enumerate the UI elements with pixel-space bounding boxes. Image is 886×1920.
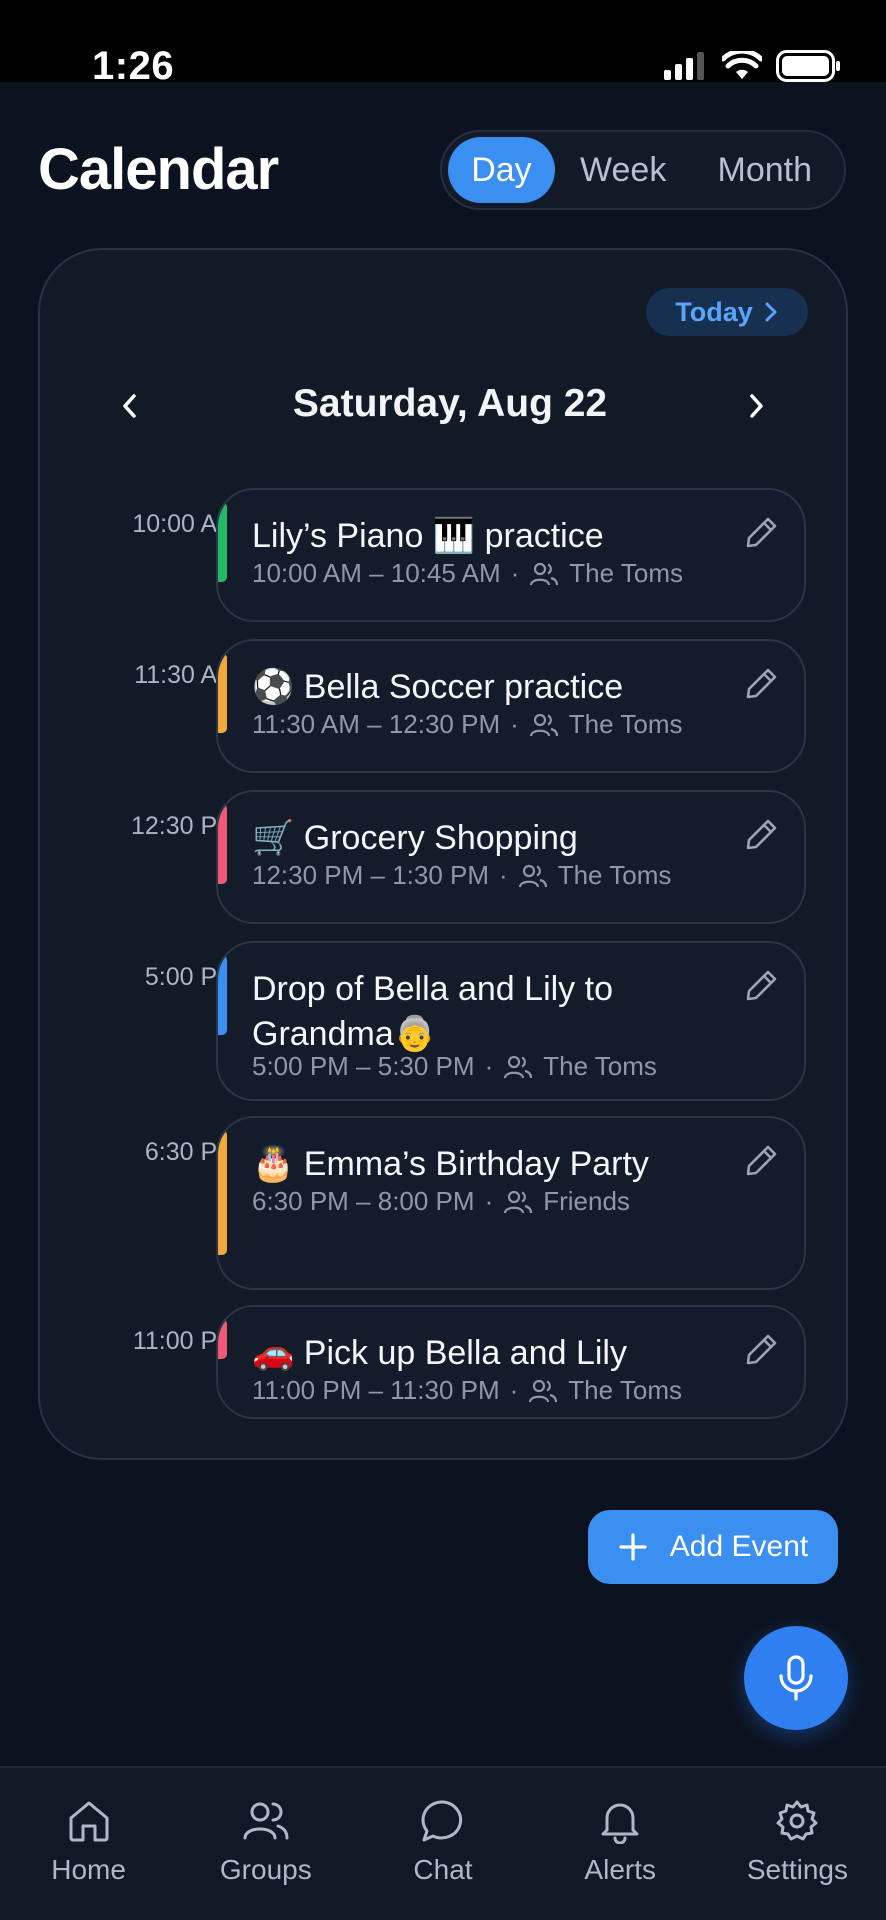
- event-time-range: 5:00 PM – 5:30 PM: [252, 1051, 475, 1081]
- event-group: The Toms: [568, 709, 683, 739]
- people-icon: [504, 1190, 533, 1213]
- separator-dot: ·: [499, 860, 508, 890]
- event-meta: 5:00 PM – 5:30 PM · The Toms: [252, 1051, 657, 1082]
- event-time-range: 10:00 AM – 10:45 AM: [252, 558, 501, 588]
- event-card[interactable]: 🚗 Pick up Bella and Lily 11:00 PM – 11:3…: [216, 1305, 806, 1419]
- event-meta: 11:00 PM – 11:30 PM · The Toms: [252, 1375, 682, 1406]
- battery-icon: [776, 50, 840, 82]
- event-accent: [218, 804, 227, 884]
- event-accent: [218, 1130, 227, 1255]
- separator-dot: ·: [484, 1186, 494, 1216]
- event-group: The Toms: [557, 860, 672, 890]
- event-title: 🎂 Emma’s Birthday Party: [252, 1145, 649, 1183]
- today-label: Today: [675, 296, 753, 327]
- bottom-tab-bar: Home Groups Chat Alerts Settings: [0, 1766, 886, 1920]
- status-bar: 1:26: [0, 0, 886, 88]
- status-time: 1:26: [92, 44, 175, 88]
- page-title: Calendar: [38, 137, 279, 202]
- tab-week[interactable]: Week: [555, 137, 692, 203]
- gear-icon: [776, 1800, 818, 1841]
- tab-chat[interactable]: Chat: [354, 1768, 531, 1920]
- tab-alerts[interactable]: Alerts: [532, 1768, 709, 1920]
- view-switch: Day Week Month: [440, 130, 846, 210]
- event-meta: 12:30 PM – 1:30 PM · The Toms: [252, 860, 671, 891]
- people-icon: [504, 1055, 533, 1078]
- event-accent: [218, 502, 227, 582]
- people-icon: [529, 1379, 558, 1402]
- event-group: The Toms: [569, 558, 683, 588]
- separator-dot: ·: [484, 1051, 494, 1081]
- add-event-label: Add Event: [669, 1530, 809, 1563]
- event-card[interactable]: 🎂 Emma’s Birthday Party 6:30 PM – 8:00 P…: [216, 1116, 806, 1290]
- tab-label: Alerts: [584, 1854, 656, 1885]
- edit-icon[interactable]: [744, 1142, 780, 1178]
- chat-icon: [421, 1800, 463, 1842]
- voice-input-button[interactable]: [744, 1626, 848, 1730]
- tab-groups[interactable]: Groups: [177, 1768, 354, 1920]
- tab-label: Groups: [219, 1854, 312, 1885]
- groups-icon: [243, 1802, 289, 1840]
- event-card[interactable]: Drop of Bella and Lily to Grandma👵 5:00 …: [216, 941, 806, 1101]
- tab-day[interactable]: Day: [448, 137, 555, 203]
- date-title: Saturday, Aug 22: [292, 382, 608, 425]
- wifi-icon: [722, 51, 762, 79]
- status-icons: [664, 50, 842, 82]
- chevron-right-icon: [765, 302, 777, 322]
- event-title: Lily’s Piano 🎹 practice: [252, 517, 604, 555]
- tab-label: Settings: [746, 1854, 848, 1885]
- tab-month[interactable]: Month: [692, 137, 839, 203]
- people-icon: [518, 864, 547, 887]
- today-button[interactable]: Today: [646, 288, 808, 336]
- event-time-range: 12:30 PM – 1:30 PM: [252, 860, 490, 890]
- event-title: 🚗 Pick up Bella and Lily: [252, 1334, 627, 1372]
- microphone-icon: [779, 1655, 813, 1701]
- add-event-button[interactable]: Add Event: [588, 1510, 838, 1584]
- event-meta: 11:30 AM – 12:30 PM · The Toms: [252, 709, 682, 740]
- event-title: ⚽ Bella Soccer practice: [252, 668, 624, 706]
- event-time-range: 11:30 AM – 12:30 PM: [252, 709, 501, 739]
- tab-home[interactable]: Home: [0, 1768, 177, 1920]
- home-icon: [69, 1801, 109, 1842]
- event-card[interactable]: 🛒 Grocery Shopping 12:30 PM – 1:30 PM · …: [216, 790, 806, 924]
- event-time-range: 11:00 PM – 11:30 PM: [252, 1375, 500, 1405]
- people-icon: [530, 562, 559, 585]
- date-navigation: Saturday, Aug 22: [100, 376, 800, 436]
- separator-dot: ·: [509, 1375, 519, 1405]
- tab-label: Home: [51, 1854, 126, 1885]
- plus-icon: [619, 1533, 647, 1561]
- edit-icon[interactable]: [744, 514, 780, 550]
- event-accent: [218, 653, 227, 733]
- edit-icon[interactable]: [744, 816, 780, 852]
- event-accent: [218, 1319, 227, 1359]
- event-group: The Toms: [543, 1051, 657, 1081]
- event-group: The Toms: [568, 1375, 682, 1405]
- next-day-button[interactable]: [736, 386, 776, 426]
- people-icon: [529, 713, 558, 736]
- event-meta: 10:00 AM – 10:45 AM · The Toms: [252, 558, 683, 589]
- bell-icon: [601, 1803, 639, 1844]
- separator-dot: ·: [510, 709, 519, 739]
- edit-icon[interactable]: [744, 1331, 780, 1367]
- tab-label: Chat: [413, 1854, 473, 1885]
- event-time-range: 6:30 PM – 8:00 PM: [252, 1186, 475, 1216]
- chevron-right-icon: [750, 394, 763, 418]
- event-group: Friends: [543, 1186, 630, 1216]
- edit-icon[interactable]: [744, 967, 780, 1003]
- event-accent: [218, 955, 227, 1035]
- signal-icon: [664, 52, 704, 80]
- event-card[interactable]: ⚽ Bella Soccer practice 11:30 AM – 12:30…: [216, 639, 806, 773]
- tab-settings[interactable]: Settings: [709, 1768, 886, 1920]
- event-card[interactable]: Lily’s Piano 🎹 practice 10:00 AM – 10:45…: [216, 488, 806, 622]
- event-meta: 6:30 PM – 8:00 PM · Friends: [252, 1186, 630, 1217]
- separator-dot: ·: [510, 558, 520, 588]
- edit-icon[interactable]: [744, 665, 780, 701]
- event-title: 🛒 Grocery Shopping: [252, 819, 578, 857]
- event-title: Drop of Bella and Lily to Grandma👵: [252, 970, 613, 1053]
